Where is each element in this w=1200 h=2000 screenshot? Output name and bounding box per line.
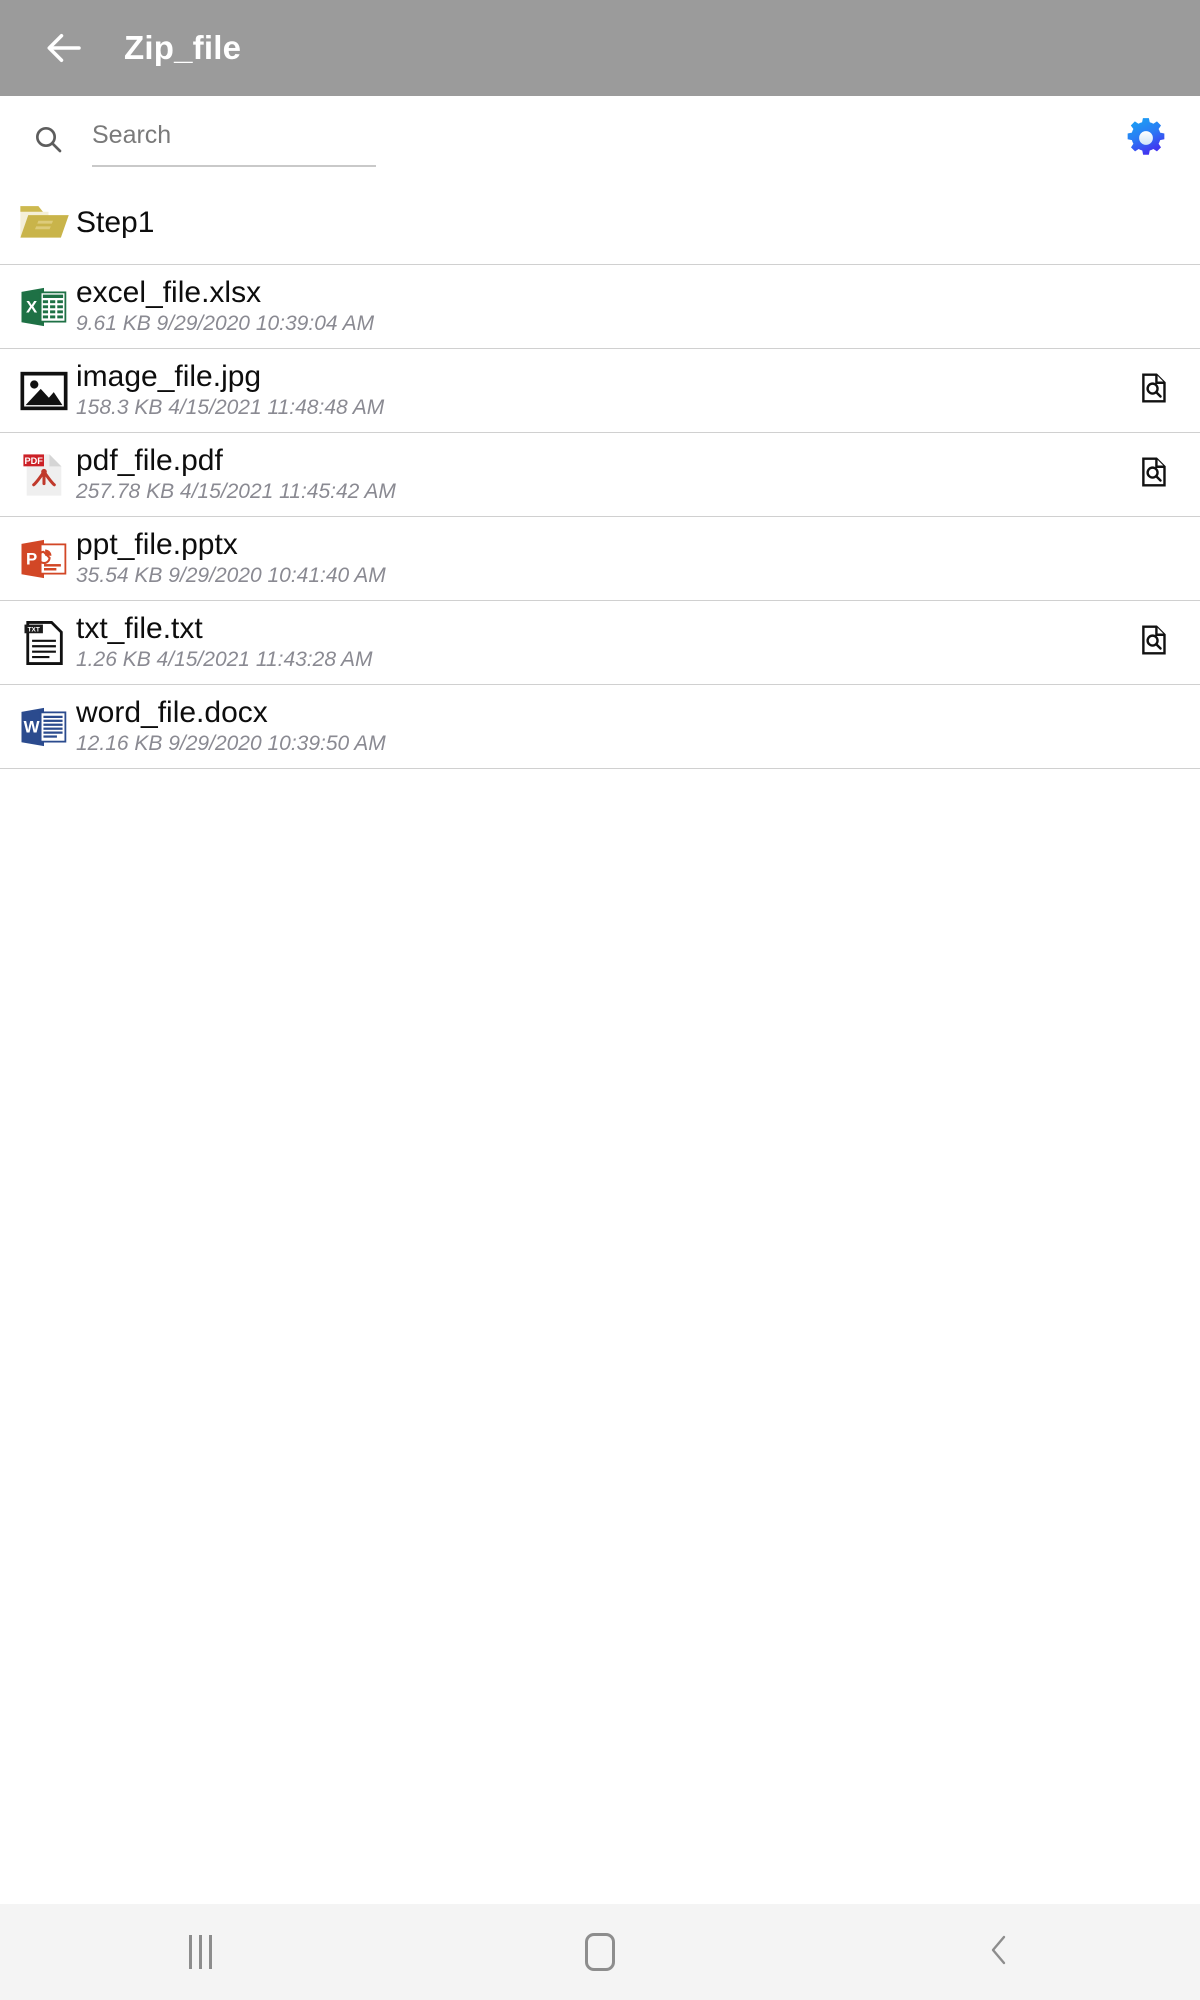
list-item-text: ppt_file.pptx 35.54 KB 9/29/2020 10:41:4… bbox=[76, 528, 386, 589]
list-item-text: excel_file.xlsx 9.61 KB 9/29/2020 10:39:… bbox=[76, 276, 374, 337]
document-search-icon bbox=[1137, 371, 1171, 410]
file-name: ppt_file.pptx bbox=[76, 528, 238, 561]
list-item[interactable]: X excel_file.xlsx 9.61 KB 9/29/2020 10:3… bbox=[0, 265, 1200, 349]
system-navigation-bar bbox=[0, 1904, 1200, 2000]
settings-button[interactable] bbox=[1120, 114, 1172, 166]
list-item-text: image_file.jpg 158.3 KB 4/15/2021 11:48:… bbox=[76, 360, 384, 421]
svg-text:W: W bbox=[24, 717, 40, 736]
file-name: pdf_file.pdf bbox=[76, 444, 223, 477]
list-item-text: txt_file.txt 1.26 KB 4/15/2021 11:43:28 … bbox=[76, 612, 373, 673]
preview-button[interactable] bbox=[1134, 455, 1174, 495]
svg-text:PDF: PDF bbox=[25, 456, 44, 466]
list-item[interactable]: W word_file.docx 12.16 KB 9/29/2020 10:3… bbox=[0, 685, 1200, 769]
file-meta: 35.54 KB 9/29/2020 10:41:40 AM bbox=[76, 564, 386, 587]
file-name: image_file.jpg bbox=[76, 360, 262, 393]
app-screen: Zip_file Search Step1 X excel_file.xlsx … bbox=[0, 0, 1200, 2000]
search-field[interactable] bbox=[92, 111, 376, 167]
back-chevron-icon bbox=[987, 1933, 1013, 1972]
list-item-text: pdf_file.pdf 257.78 KB 4/15/2021 11:45:4… bbox=[76, 444, 396, 505]
text-file-icon: TXT bbox=[16, 615, 72, 671]
file-name: Step1 bbox=[76, 206, 155, 239]
search-bar bbox=[0, 96, 1200, 182]
excel-file-icon: X bbox=[16, 279, 72, 335]
file-meta: 158.3 KB 4/15/2021 11:48:48 AM bbox=[76, 396, 385, 419]
gear-icon bbox=[1123, 115, 1169, 166]
back-button[interactable] bbox=[34, 17, 96, 79]
file-list: Step1 X excel_file.xlsx 9.61 KB 9/29/202… bbox=[0, 182, 1200, 769]
recents-icon bbox=[188, 1935, 212, 1969]
list-item[interactable]: TXT txt_file.txt 1.26 KB 4/15/2021 11:43… bbox=[0, 601, 1200, 685]
preview-button[interactable] bbox=[1134, 623, 1174, 663]
file-meta: 9.61 KB 9/29/2020 10:39:04 AM bbox=[76, 312, 375, 335]
file-meta: 12.16 KB 9/29/2020 10:39:50 AM bbox=[76, 732, 386, 755]
pdf-file-icon: PDF bbox=[16, 447, 72, 503]
list-item[interactable]: Step1 bbox=[0, 182, 1200, 265]
list-item[interactable]: image_file.jpg 158.3 KB 4/15/2021 11:48:… bbox=[0, 349, 1200, 433]
svg-text:TXT: TXT bbox=[28, 626, 40, 633]
svg-text:X: X bbox=[26, 297, 38, 316]
document-search-icon bbox=[1137, 623, 1171, 662]
svg-text:P: P bbox=[26, 549, 37, 568]
document-search-icon bbox=[1137, 455, 1171, 494]
list-item[interactable]: PDF pdf_file.pdf 257.78 KB 4/15/2021 11:… bbox=[0, 433, 1200, 517]
search-input[interactable] bbox=[92, 120, 376, 156]
image-file-icon bbox=[16, 363, 72, 419]
preview-button[interactable] bbox=[1134, 371, 1174, 411]
list-item[interactable]: P ppt_file.pptx 35.54 KB 9/29/2020 10:41… bbox=[0, 517, 1200, 601]
recents-button[interactable] bbox=[0, 1904, 400, 2000]
file-name: excel_file.xlsx bbox=[76, 276, 262, 309]
powerpoint-file-icon: P bbox=[16, 531, 72, 587]
arrow-left-icon bbox=[44, 27, 86, 69]
app-bar: Zip_file bbox=[0, 0, 1200, 96]
file-name: word_file.docx bbox=[76, 696, 268, 729]
home-button[interactable] bbox=[400, 1904, 800, 2000]
folder-icon bbox=[16, 195, 72, 251]
search-icon bbox=[26, 117, 70, 161]
home-icon bbox=[585, 1933, 615, 1971]
file-meta: 257.78 KB 4/15/2021 11:45:42 AM bbox=[76, 480, 396, 503]
list-item-text: Step1 bbox=[76, 206, 154, 240]
list-item-text: word_file.docx 12.16 KB 9/29/2020 10:39:… bbox=[76, 696, 386, 757]
system-back-button[interactable] bbox=[800, 1904, 1200, 2000]
page-title: Zip_file bbox=[124, 29, 242, 66]
file-name: txt_file.txt bbox=[76, 612, 203, 645]
file-meta: 1.26 KB 4/15/2021 11:43:28 AM bbox=[76, 648, 373, 671]
word-file-icon: W bbox=[16, 699, 72, 755]
